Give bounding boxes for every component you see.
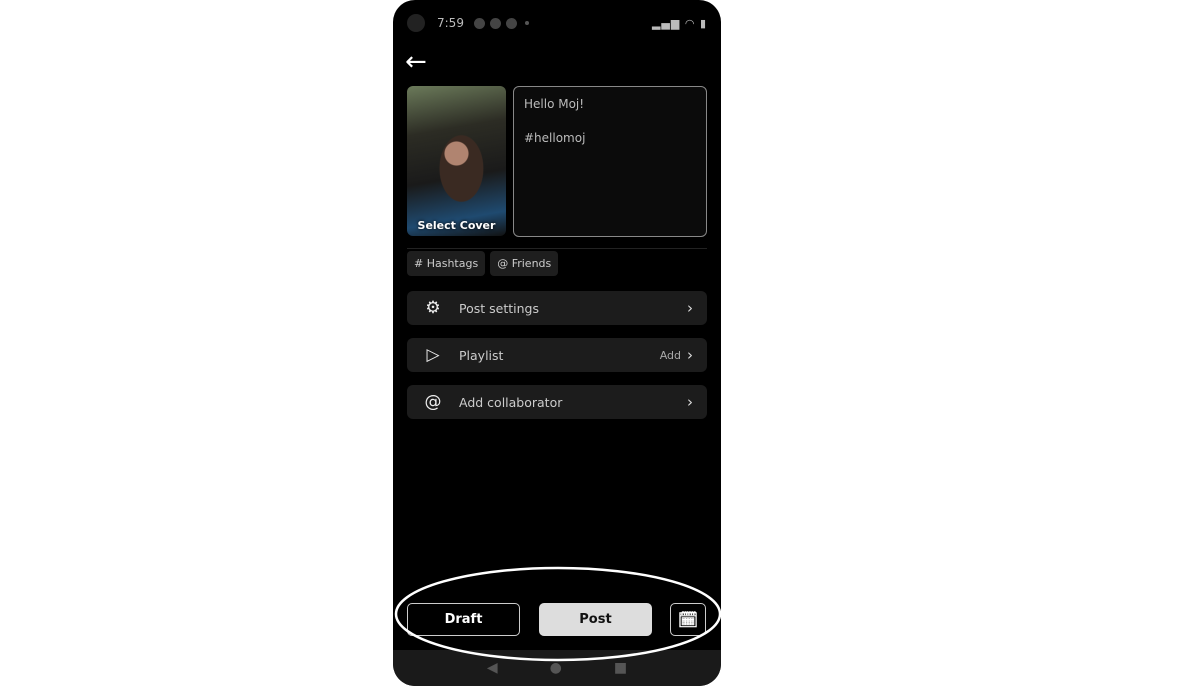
- hashtags-chip[interactable]: # Hashtags: [407, 251, 486, 276]
- notification-icon: [505, 17, 517, 29]
- schedule-button[interactable]: 🗓: [670, 603, 706, 636]
- notification-icon: [473, 17, 485, 29]
- at-icon: @: [424, 392, 442, 412]
- divider: [407, 248, 707, 249]
- select-cover-label: Select Cover: [417, 219, 496, 232]
- playlist-add-icon: ▷: [426, 345, 440, 365]
- select-cover-button[interactable]: Select Cover: [407, 86, 506, 236]
- signal-wifi-battery-icon: ▂▄▆ ◠ ▮: [651, 16, 707, 30]
- nav-recents-icon[interactable]: ■: [614, 660, 627, 676]
- caption-hashtag: #hellomoj: [524, 131, 586, 145]
- add-collaborator-row[interactable]: @ Add collaborator ›: [407, 385, 707, 419]
- caption-line: Hello Moj!: [524, 97, 585, 111]
- chevron-right-icon: ›: [687, 299, 693, 317]
- calendar-clock-icon: 🗓: [677, 610, 699, 629]
- chevron-right-icon: ›: [687, 346, 693, 364]
- camera-cutout: [407, 14, 425, 32]
- phone-screen: 7:59 ▂▄▆ ◠ ▮ ← Select Cover Hello Moj! #…: [393, 0, 721, 686]
- status-bar: 7:59 ▂▄▆ ◠ ▮: [407, 12, 707, 34]
- notification-icon: [489, 17, 501, 29]
- nav-home-icon[interactable]: ●: [550, 660, 562, 676]
- row-label: Post settings: [459, 300, 539, 316]
- row-label: Playlist: [459, 347, 504, 363]
- back-arrow-icon[interactable]: ←: [405, 48, 427, 76]
- friends-chip[interactable]: @ Friends: [490, 251, 559, 276]
- status-time: 7:59: [437, 16, 464, 30]
- row-label: Add collaborator: [459, 394, 563, 410]
- playlist-row[interactable]: ▷ Playlist Add ›: [407, 338, 707, 372]
- post-settings-icon: ⚙: [425, 298, 441, 318]
- draft-button[interactable]: Draft: [407, 603, 520, 636]
- nav-back-icon[interactable]: ◀: [487, 660, 498, 676]
- caption-input[interactable]: Hello Moj! #hellomoj: [513, 86, 707, 237]
- android-nav-bar: ◀ ● ■: [393, 650, 721, 686]
- post-button[interactable]: Post: [539, 603, 652, 636]
- post-settings-row[interactable]: ⚙ Post settings ›: [407, 291, 707, 325]
- more-notifications-icon: [524, 21, 529, 25]
- playlist-add-label: Add: [659, 348, 681, 362]
- chevron-right-icon: ›: [687, 393, 693, 411]
